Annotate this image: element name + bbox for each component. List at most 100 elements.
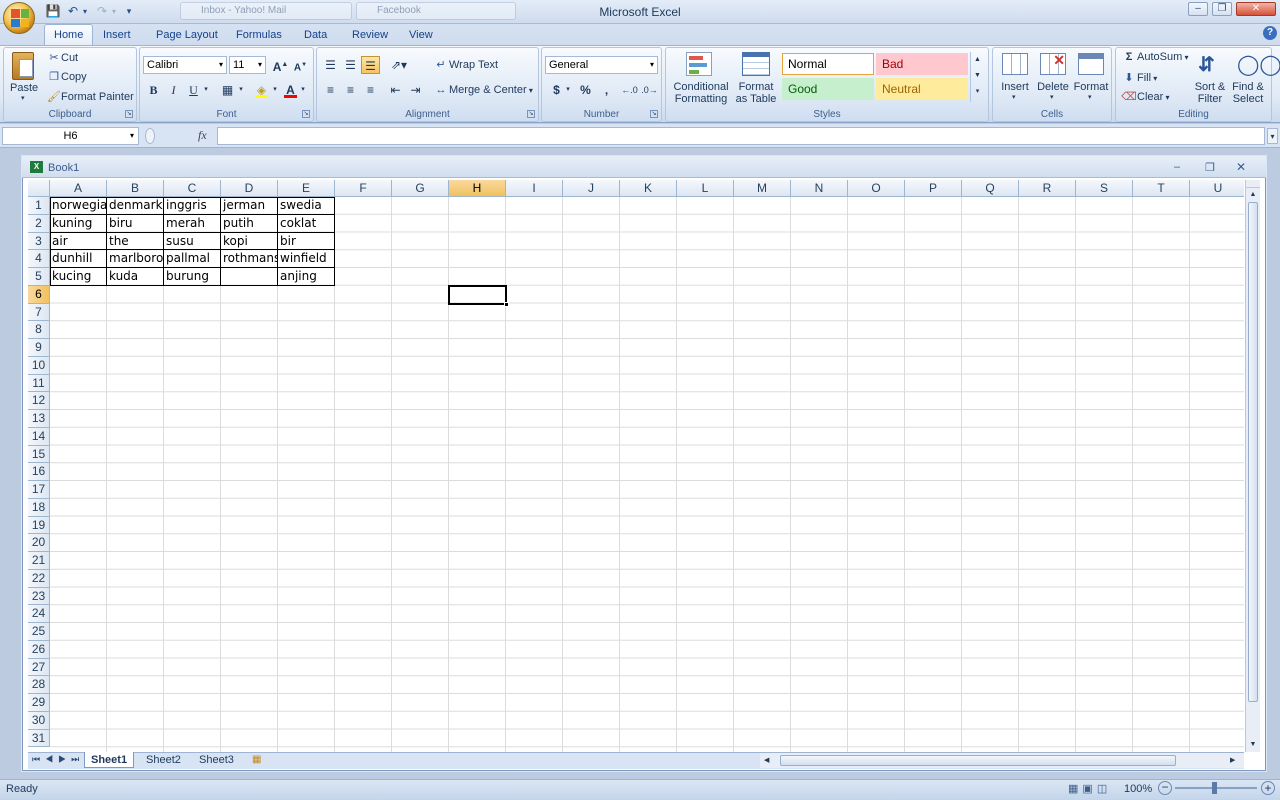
copy-button[interactable]: ❐ Copy: [47, 70, 87, 83]
tab-insert[interactable]: Insert: [94, 26, 140, 45]
tab-view[interactable]: View: [400, 26, 442, 45]
find-select-button[interactable]: ◯◯ Find & Select: [1229, 50, 1280, 106]
row-header[interactable]: 9: [28, 339, 50, 357]
zoom-level[interactable]: 100%: [1124, 783, 1152, 795]
row-header[interactable]: 25: [28, 623, 50, 641]
column-header[interactable]: D: [221, 180, 278, 197]
row-header[interactable]: 2: [28, 214, 50, 233]
cell-E5[interactable]: anjing: [278, 268, 335, 286]
align-left-icon[interactable]: ≡: [321, 81, 340, 99]
office-button[interactable]: [3, 2, 35, 34]
row-header[interactable]: 21: [28, 552, 50, 570]
sheet-nav-icons[interactable]: ⏮◀▶⏭: [32, 754, 84, 765]
italic-button[interactable]: I: [164, 81, 183, 99]
column-header[interactable]: I: [506, 180, 563, 197]
row-header[interactable]: 16: [28, 463, 50, 481]
cell-A4[interactable]: dunhill: [50, 250, 107, 268]
paste-button[interactable]: Paste ▾: [8, 50, 40, 102]
vertical-scrollbar[interactable]: ▲ ▼: [1245, 180, 1260, 752]
column-header[interactable]: G: [392, 180, 449, 197]
name-box[interactable]: H6 ▾: [2, 127, 139, 145]
cell-C2[interactable]: merah: [164, 214, 221, 233]
align-center-icon[interactable]: ≡: [341, 81, 360, 99]
column-header[interactable]: S: [1076, 180, 1133, 197]
increase-indent-icon[interactable]: ⇥: [406, 81, 425, 99]
column-header[interactable]: R: [1019, 180, 1076, 197]
scroll-down-icon[interactable]: ▼: [1246, 738, 1260, 752]
row-header[interactable]: 6: [28, 285, 50, 304]
split-box[interactable]: [1246, 180, 1260, 188]
align-bottom-icon[interactable]: ☰: [361, 56, 380, 74]
dialog-launcher-icon[interactable]: ↘: [125, 110, 133, 118]
insert-cells-button[interactable]: Insert ▾: [996, 50, 1034, 106]
dialog-launcher-icon[interactable]: ↘: [527, 110, 535, 118]
align-top-icon[interactable]: ☰: [321, 56, 340, 74]
borders-icon[interactable]: ▦: [218, 81, 237, 99]
number-format-select[interactable]: General ▾: [545, 56, 658, 74]
select-all-corner[interactable]: [28, 180, 50, 197]
restore-workbook-icon[interactable]: ❐: [1205, 161, 1215, 174]
column-header[interactable]: M: [734, 180, 791, 197]
borders-dropdown-icon[interactable]: ▾: [236, 81, 246, 99]
align-right-icon[interactable]: ≡: [361, 81, 380, 99]
cell-B5[interactable]: kuda: [107, 268, 164, 286]
row-header[interactable]: 28: [28, 676, 50, 694]
cell-B3[interactable]: the: [107, 232, 164, 251]
styles-gallery-scroller[interactable]: ▲ ▼ ▾: [970, 52, 984, 102]
cell-B2[interactable]: biru: [107, 214, 164, 233]
column-header[interactable]: L: [677, 180, 734, 197]
grow-font-button[interactable]: A▲: [271, 56, 290, 74]
percent-button[interactable]: %: [576, 81, 595, 99]
tab-data[interactable]: Data: [295, 26, 336, 45]
sheet-tab-sheet1[interactable]: Sheet1: [84, 752, 135, 768]
row-header[interactable]: 29: [28, 694, 50, 712]
merge-center-button[interactable]: ↔ Merge & Center ▾: [433, 84, 533, 96]
column-header[interactable]: J: [563, 180, 620, 197]
tab-formulas[interactable]: Formulas: [227, 26, 291, 45]
dialog-launcher-icon[interactable]: ↘: [302, 110, 310, 118]
column-header[interactable]: U: [1190, 180, 1244, 197]
shrink-font-button[interactable]: A▼: [291, 56, 310, 74]
delete-cells-button[interactable]: ✕ Delete ▾: [1034, 50, 1072, 106]
row-header[interactable]: 8: [28, 321, 50, 339]
page-layout-view-icon[interactable]: ▣: [1082, 783, 1096, 795]
fill-handle[interactable]: [504, 301, 509, 307]
insert-function-icon[interactable]: fx: [198, 128, 207, 143]
row-header[interactable]: 10: [28, 356, 50, 375]
style-neutral[interactable]: Neutral: [876, 78, 968, 100]
fill-color-icon[interactable]: ◈: [252, 81, 271, 99]
column-header[interactable]: T: [1133, 180, 1190, 197]
row-header[interactable]: 17: [28, 481, 50, 499]
minimize-workbook-icon[interactable]: –: [1174, 161, 1180, 173]
decrease-indent-icon[interactable]: ⇤: [386, 81, 405, 99]
close-app-button[interactable]: ✕: [1236, 2, 1276, 16]
fill-button[interactable]: ⬇ Fill ▾: [1121, 71, 1157, 84]
dialog-launcher-icon[interactable]: ↘: [650, 110, 658, 118]
row-header[interactable]: 27: [28, 658, 50, 677]
column-header[interactable]: K: [620, 180, 677, 197]
column-header[interactable]: B: [107, 180, 164, 197]
row-header[interactable]: 22: [28, 569, 50, 588]
redo-dropdown-icon[interactable]: ▾: [109, 3, 119, 20]
cell-E4[interactable]: winfield: [278, 250, 335, 268]
cell-A5[interactable]: kucing: [50, 268, 107, 286]
row-header[interactable]: 18: [28, 498, 50, 517]
format-cells-button[interactable]: Format ▾: [1072, 50, 1110, 106]
column-header[interactable]: H: [449, 180, 506, 197]
clear-button[interactable]: ⌫Clear ▾: [1121, 90, 1169, 103]
currency-dropdown-icon[interactable]: ▾: [563, 81, 573, 99]
close-workbook-icon[interactable]: ✕: [1236, 160, 1246, 174]
expand-formula-bar-icon[interactable]: ▾: [1267, 128, 1278, 144]
page-break-view-icon[interactable]: ◫: [1097, 783, 1111, 795]
row-header[interactable]: 30: [28, 711, 50, 730]
font-size-select[interactable]: 11 ▾: [229, 56, 266, 74]
column-header[interactable]: N: [791, 180, 848, 197]
help-icon[interactable]: ?: [1263, 26, 1277, 40]
row-header[interactable]: 20: [28, 534, 50, 552]
undo-dropdown-icon[interactable]: ▾: [80, 3, 90, 20]
cell-D5[interactable]: [221, 268, 278, 286]
sort-filter-button[interactable]: ⇵ Sort & Filter: [1192, 50, 1228, 106]
row-header[interactable]: 7: [28, 303, 50, 322]
scroll-left-icon[interactable]: ◀: [764, 753, 769, 768]
style-good[interactable]: Good: [782, 78, 874, 100]
